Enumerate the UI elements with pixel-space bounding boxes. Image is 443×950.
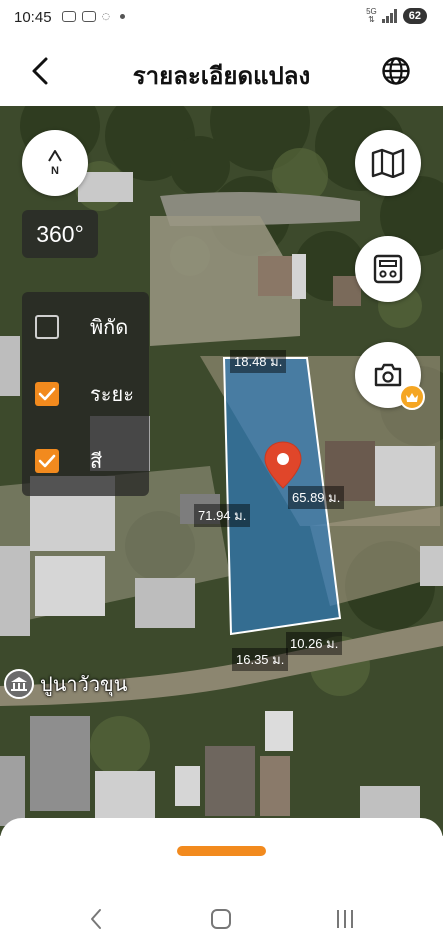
- compass-button[interactable]: N: [22, 130, 88, 196]
- system-nav-bar: [0, 890, 443, 950]
- signal-icon: [381, 9, 397, 23]
- status-right: 5G ⇅ 62: [366, 8, 427, 24]
- layer-label-coordinates: พิกัด: [90, 315, 129, 339]
- crown-icon: [406, 392, 418, 402]
- check-icon: [38, 454, 56, 468]
- layer-label-distance: ระยะ: [90, 382, 134, 406]
- dimension-right: 65.89 ม.: [288, 486, 345, 509]
- layer-row-coordinates[interactable]: พิกัด: [22, 302, 149, 352]
- layer-row-distance[interactable]: ระยะ: [22, 369, 149, 419]
- status-notification-icons: ◌: [62, 11, 125, 22]
- battery-badge: 62: [402, 8, 427, 24]
- nav-back-icon: [91, 909, 101, 929]
- place-marker[interactable]: ปูนาวัวขุน: [4, 668, 127, 700]
- checkbox-coordinates[interactable]: [35, 315, 59, 339]
- dimension-bottom-right: 10.26 ม.: [286, 632, 343, 655]
- rotation-readout[interactable]: 360°: [22, 210, 98, 258]
- dimension-bottom-left: 16.35 ม.: [232, 648, 289, 671]
- calculator-icon: [373, 254, 403, 284]
- status-bar: 10:45 ◌ 5G ⇅ 62: [0, 0, 443, 38]
- sheet-drag-handle[interactable]: [177, 846, 266, 856]
- nav-recents-icon: [337, 910, 353, 928]
- map-icon: [371, 148, 405, 178]
- calculator-button[interactable]: [355, 236, 421, 302]
- dimension-left: 71.94 ม.: [194, 504, 251, 527]
- camera-icon: [374, 363, 402, 387]
- map-layers-panel: พิกัด ระยะ สี: [22, 292, 149, 496]
- page-title: รายละเอียดแปลง: [132, 62, 311, 90]
- network-label: 5G ⇅: [366, 8, 377, 24]
- sync-icon: ◌: [102, 11, 110, 22]
- checkbox-color[interactable]: [35, 449, 59, 473]
- nav-home-icon: [211, 909, 231, 929]
- camera-button[interactable]: [355, 342, 425, 410]
- check-icon: [38, 387, 56, 401]
- place-name: ปูนาวัวขุน: [40, 672, 128, 696]
- map-type-button[interactable]: [355, 130, 421, 196]
- satellite-map[interactable]: N 360° พิกัด ระยะ สี 18.48 ม. 65.89 ม. 7…: [0, 106, 443, 836]
- checkbox-distance[interactable]: [35, 382, 59, 406]
- signal-arrows-icon: ⇅: [368, 15, 375, 24]
- bottom-sheet[interactable]: [0, 818, 443, 890]
- screenshot-icon: [82, 11, 96, 22]
- nav-recents-button[interactable]: [325, 906, 365, 932]
- compass-north-label: N: [51, 165, 59, 177]
- status-time: 10:45: [14, 9, 52, 26]
- dot-icon: [119, 14, 125, 19]
- globe-icon: [382, 57, 410, 85]
- premium-crown-badge: [399, 384, 425, 410]
- line-app-icon: [62, 11, 76, 22]
- nav-home-button[interactable]: [201, 906, 241, 932]
- language-button[interactable]: [379, 54, 413, 88]
- compass-icon: [48, 150, 62, 162]
- dimension-top: 18.48 ม.: [230, 350, 287, 373]
- app-header: รายละเอียดแปลง: [0, 38, 443, 106]
- nav-back-button[interactable]: [76, 906, 116, 932]
- layer-label-color: สี: [90, 449, 103, 473]
- temple-icon: [4, 669, 34, 699]
- layer-row-color[interactable]: สี: [22, 436, 149, 486]
